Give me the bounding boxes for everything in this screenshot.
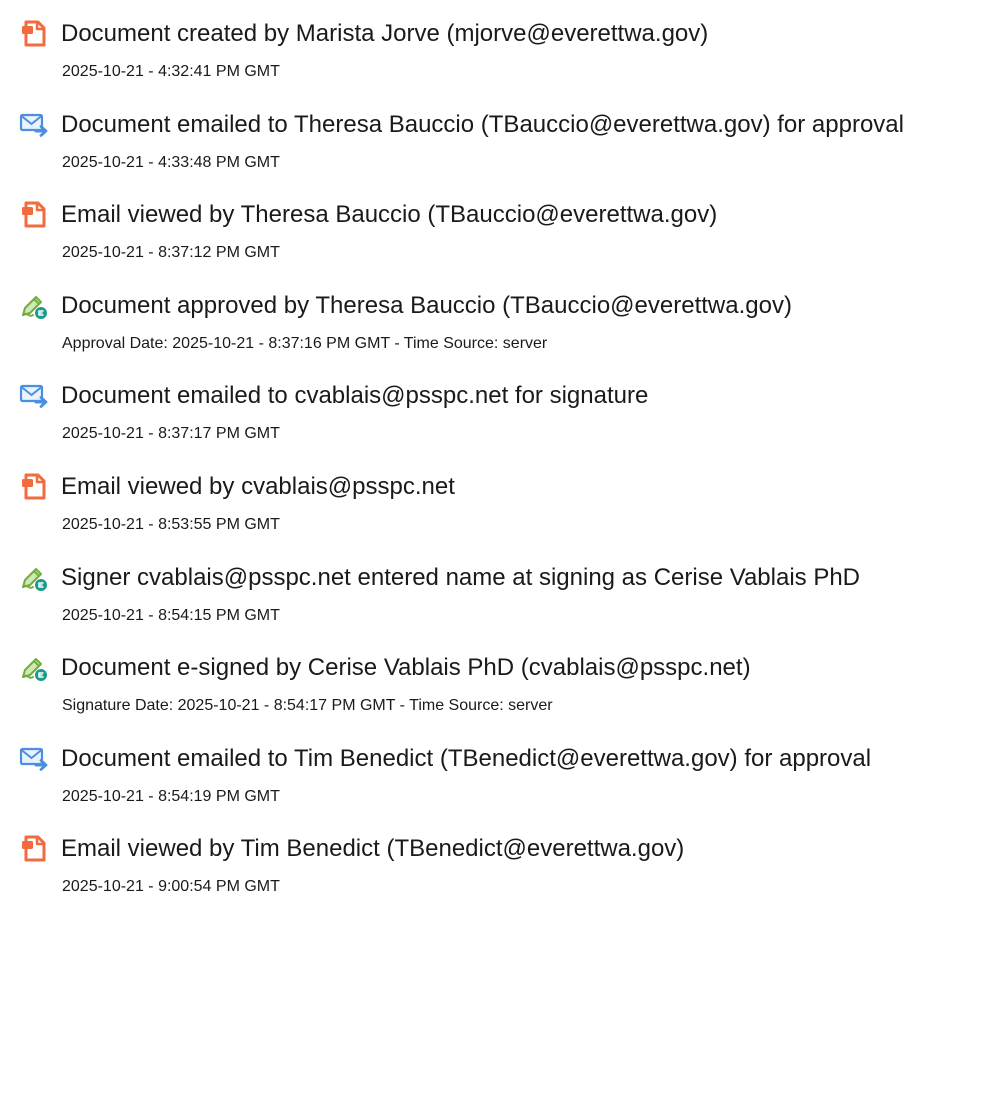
entry-title: Email viewed by cvablais@psspc.net [61, 473, 455, 500]
entry-timestamp: Approval Date: 2025-10-21 - 8:37:16 PM G… [62, 334, 548, 352]
entry-title: Document approved by Theresa Bauccio (TB… [61, 291, 792, 319]
entry-title: Document emailed to cvablais@psspc.net f… [61, 382, 649, 410]
entry-timestamp: 2025-10-21 - 9:00:54 PM GMT [62, 878, 280, 896]
audit-log-entry: Document e-signed by Cerise Vablais PhD … [0, 652, 999, 742]
audit-log-entry: Signer cvablais@psspc.net entered name a… [0, 562, 999, 652]
document-icon [19, 200, 49, 230]
email-icon [19, 110, 49, 140]
entry-title: Document emailed to Tim Benedict (TBened… [61, 744, 872, 772]
entry-title: Document e-signed by Cerise Vablais PhD … [61, 654, 751, 682]
audit-log-entry: Email viewed by cvablais@psspc.net 2025-1… [0, 471, 999, 561]
entry-timestamp: 2025-10-21 - 8:53:55 PM GMT [62, 516, 280, 533]
entry-timestamp: 2025-10-21 - 8:54:15 PM GMT [62, 606, 280, 624]
email-icon [19, 744, 49, 774]
audit-log-entry: Document emailed to Theresa Bauccio (TBa… [0, 109, 999, 199]
document-icon [19, 19, 49, 49]
audit-log-entry: Document emailed to Tim Benedict (TBened… [0, 743, 999, 833]
audit-log-entry: Document created by Marista Jorve (mjorv… [0, 18, 999, 108]
audit-log-entry: Email viewed by Tim Benedict (TBenedict@… [0, 833, 999, 923]
signature-pen-icon [19, 291, 49, 321]
entry-title: Document emailed to Theresa Bauccio (TBa… [61, 110, 904, 138]
audit-log-entry: Document emailed to cvablais@psspc.net f… [0, 380, 999, 470]
signature-pen-icon [19, 653, 49, 683]
entry-timestamp: 2025-10-21 - 8:37:17 PM GMT [62, 425, 280, 443]
audit-log-entry: Email viewed by Theresa Bauccio (TBaucci… [0, 199, 999, 289]
entry-title: Email viewed by Tim Benedict (TBenedict@… [61, 835, 685, 863]
entry-timestamp: 2025-10-21 - 4:32:41 PM GMT [62, 63, 280, 80]
document-icon [19, 472, 49, 502]
entry-timestamp: Signature Date: 2025-10-21 - 8:54:17 PM … [62, 697, 553, 715]
entry-timestamp: 2025-10-21 - 4:33:48 PM GMT [62, 153, 280, 171]
email-icon [19, 381, 49, 411]
entry-timestamp: 2025-10-21 - 8:37:12 PM GMT [62, 244, 280, 262]
document-icon [19, 834, 49, 864]
entry-title: Email viewed by Theresa Bauccio (TBaucci… [61, 201, 718, 229]
entry-timestamp: 2025-10-21 - 8:54:19 PM GMT [62, 787, 280, 805]
audit-log-entry: Document approved by Theresa Bauccio (TB… [0, 290, 999, 380]
entry-title: Document created by Marista Jorve (mjorv… [61, 20, 709, 47]
entry-title: Signer cvablais@psspc.net entered name a… [61, 563, 861, 591]
signature-pen-icon [19, 563, 49, 593]
